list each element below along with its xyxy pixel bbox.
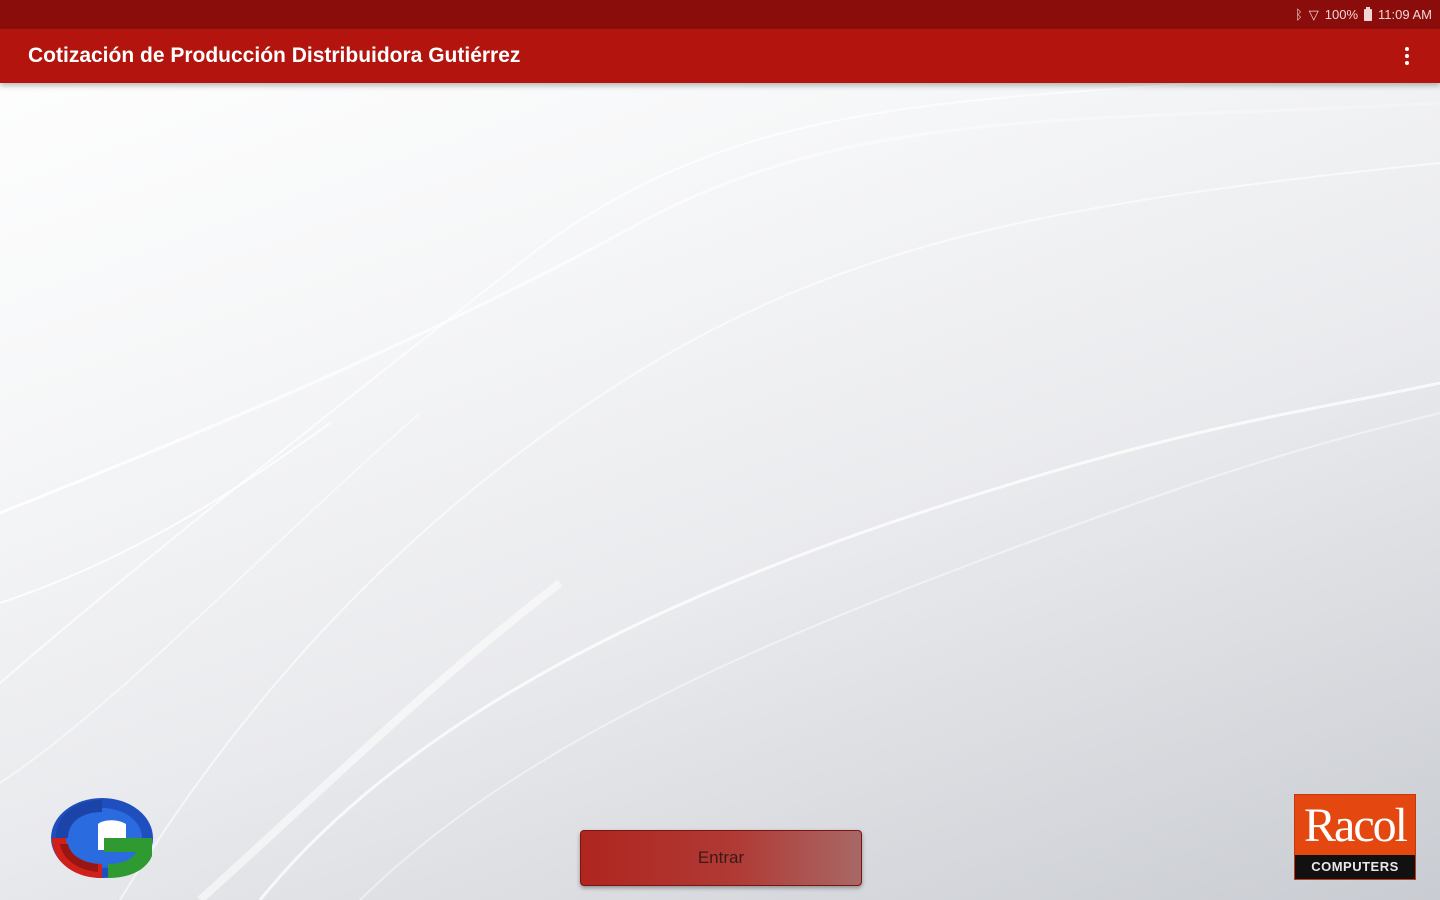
racol-brand-text: Racol xyxy=(1304,799,1408,852)
clock: 11:09 AM xyxy=(1378,7,1432,22)
bluetooth-icon: ᛒ xyxy=(1294,7,1303,22)
app-screen: ᛒ ▽ 100% 11:09 AM Cotización de Producci… xyxy=(0,0,1440,900)
g-logo xyxy=(51,798,153,878)
app-title: Cotización de Producción Distribuidora G… xyxy=(28,44,521,67)
racol-sub-text: COMPUTERS xyxy=(1295,855,1415,879)
status-icons: ᛒ ▽ 100% 11:09 AM xyxy=(1295,0,1432,29)
signal-icon: ▽ xyxy=(1308,7,1319,22)
background-waves xyxy=(0,83,1440,900)
racol-logo: Racol COMPUTERS xyxy=(1294,794,1416,880)
enter-button[interactable]: Entrar xyxy=(580,830,862,886)
status-bar: ᛒ ▽ 100% 11:09 AM xyxy=(0,0,1440,29)
more-vert-icon[interactable] xyxy=(1392,41,1422,71)
app-bar: Cotización de Producción Distribuidora G… xyxy=(0,29,1440,83)
battery-percent: 100% xyxy=(1324,7,1359,22)
battery-icon xyxy=(1364,6,1373,21)
